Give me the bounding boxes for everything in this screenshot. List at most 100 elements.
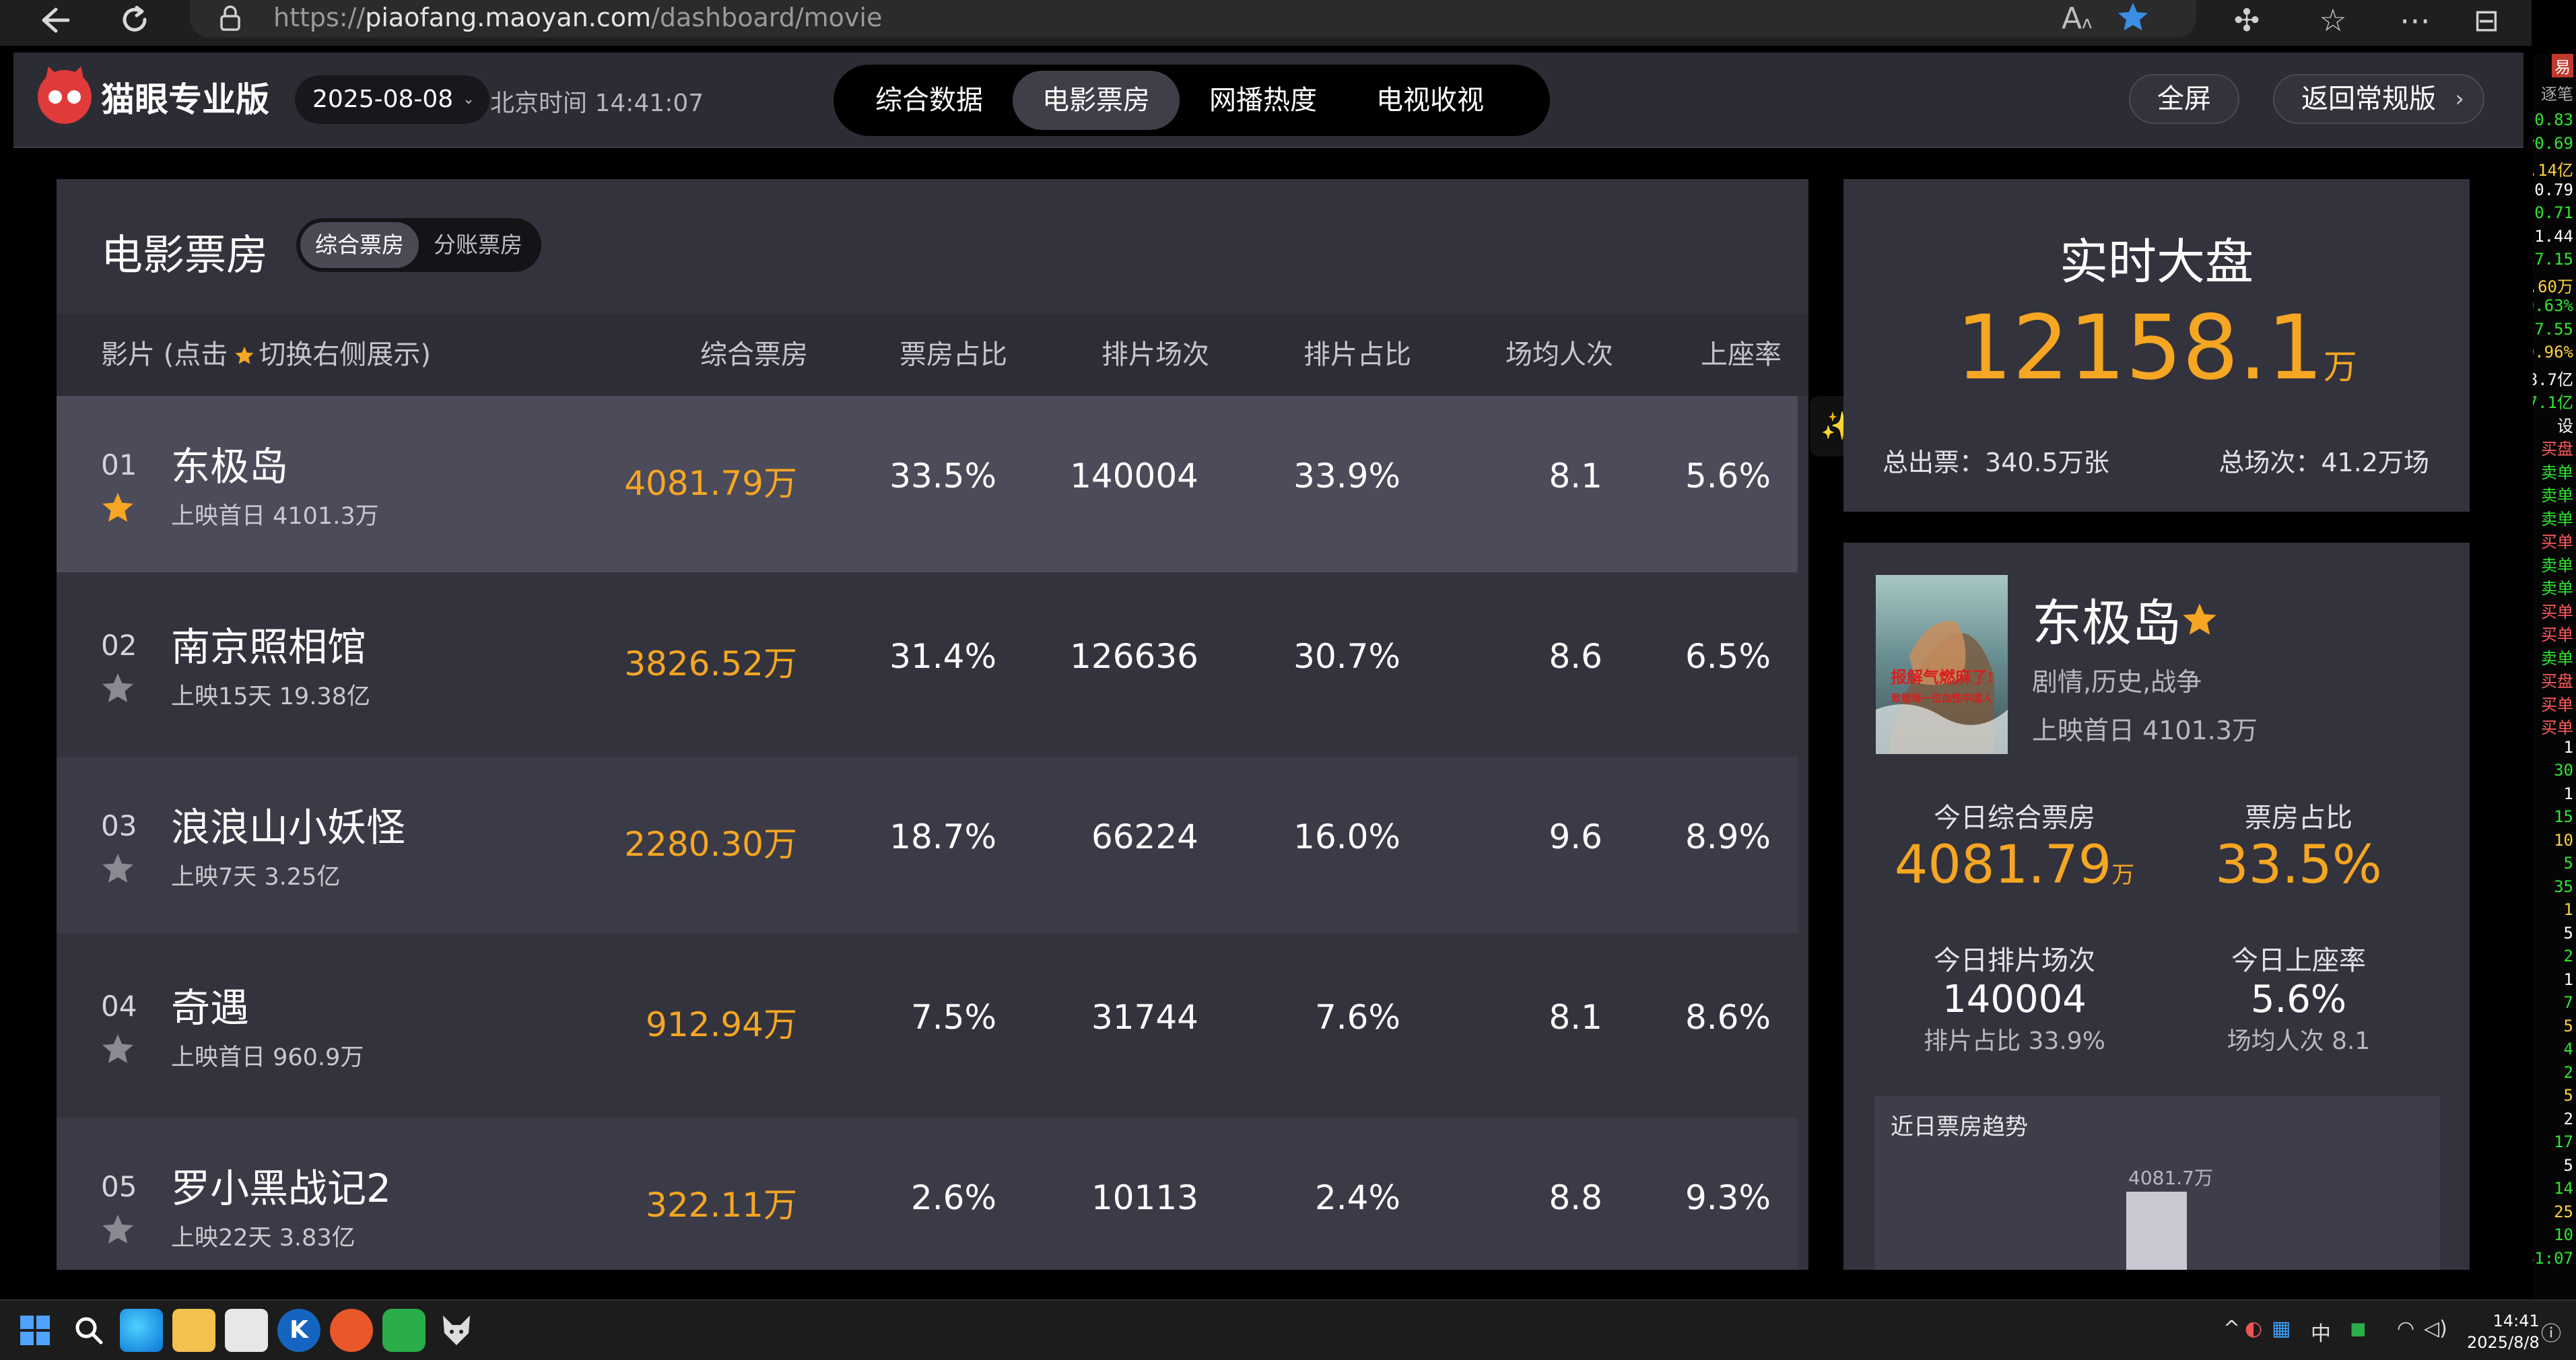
cell-share: 18.7%: [889, 817, 996, 856]
row-rank: 01: [101, 448, 137, 481]
col-occupancy[interactable]: 上座率: [1701, 314, 1782, 396]
ticker-item: 5: [2563, 854, 2573, 873]
star-icon[interactable]: [101, 491, 135, 524]
col-show-share[interactable]: 排片占比: [1303, 314, 1411, 396]
input-method-indicator[interactable]: 中: [2311, 1317, 2331, 1347]
ticker-item: 卖单: [2541, 579, 2573, 598]
star-icon[interactable]: [101, 672, 135, 704]
sidebar-toggle-icon[interactable]: ⊟: [2463, 1, 2510, 39]
ticker-item: 买单: [2541, 533, 2573, 551]
back-to-normal-button[interactable]: 返回常规版 ›: [2273, 74, 2484, 124]
ticker-item: 10: [2554, 1225, 2573, 1244]
cell-occupancy: 9.3%: [1685, 1178, 1771, 1217]
table-row[interactable]: 03 浪浪山小妖怪 上映7天 3.25亿 2280.30万 18.7% 66224 16.0…: [57, 757, 1798, 933]
col-shows[interactable]: 排片场次: [1101, 314, 1209, 396]
tray-chevron-up-icon[interactable]: ^: [2223, 1317, 2240, 1340]
more-menu-icon[interactable]: ⋯: [2392, 1, 2439, 39]
film-release-info: 上映15天 19.38亿: [171, 683, 370, 710]
row-rank: 03: [101, 809, 137, 842]
ticker-item: 0.63%: [2533, 296, 2573, 315]
notepad-icon[interactable]: [225, 1309, 268, 1352]
orange-app-icon[interactable]: [330, 1309, 373, 1352]
film-name: 奇遇: [171, 985, 250, 1031]
star-icon[interactable]: [2181, 602, 2218, 637]
cell-gross: 912.94万: [646, 1005, 797, 1044]
date-selector[interactable]: 2025-08-08 ⌄: [295, 75, 490, 124]
film-name: 罗小黑战记2: [171, 1165, 391, 1211]
main-tabs: 综合数据 电影票房 网播热度 电视收视: [834, 65, 1550, 136]
cell-gross: 322.11万: [646, 1186, 797, 1225]
fox-app-icon[interactable]: [435, 1309, 478, 1352]
fullscreen-button[interactable]: 全屏: [2129, 74, 2239, 124]
chevron-right-icon: ›: [2455, 86, 2464, 112]
film-name: 东极岛: [171, 444, 289, 489]
extensions-puzzle-icon[interactable]: ✣: [2223, 1, 2270, 39]
cell-show-share: 30.7%: [1293, 637, 1400, 676]
table-row[interactable]: 05 罗小黑战记2 上映22天 3.83亿 322.11万 2.6% 10113 2.4% 8…: [57, 1118, 1798, 1270]
wechat-icon[interactable]: [382, 1309, 426, 1352]
url-text[interactable]: https://piaofang.maoyan.com/dashboard/mo…: [273, 3, 882, 32]
ticker-item: 3.14亿: [2533, 161, 2573, 180]
star-icon[interactable]: [101, 1033, 135, 1065]
total-shows: 总场次：41.2万场: [2218, 448, 2429, 477]
ticker-item: 买单: [2541, 695, 2573, 714]
tray-network-app-icon[interactable]: ◐: [2245, 1317, 2262, 1340]
address-bar[interactable]: https://piaofang.maoyan.com/dashboard/mo…: [190, 0, 2196, 38]
search-icon[interactable]: [67, 1309, 110, 1352]
movie-poster[interactable]: 报解气燃麻了! 致敬每一位血性中国人: [1876, 575, 2008, 754]
back-arrow-icon[interactable]: [28, 0, 82, 40]
segment-split-box-office[interactable]: 分账票房: [419, 222, 537, 268]
ticker-item: 1: [2563, 784, 2573, 803]
tab-tv-ratings[interactable]: 电视收视: [1347, 71, 1514, 130]
edge-browser-icon[interactable]: [120, 1309, 163, 1352]
table-row[interactable]: 01 东极岛 上映首日 4101.3万 4081.79万 33.5% 140004 33.9…: [57, 396, 1798, 572]
cell-occupancy: 8.6%: [1685, 998, 1771, 1037]
ticker-item: 4: [2563, 1040, 2573, 1058]
cell-share: 2.6%: [910, 1178, 996, 1217]
cat-logo-icon: [38, 63, 92, 124]
tab-overview[interactable]: 综合数据: [846, 71, 1013, 130]
ticker-item: 买单: [2541, 625, 2573, 644]
col-share[interactable]: 票房占比: [900, 314, 1007, 396]
ticker-item: 买盘: [2541, 440, 2573, 458]
star-icon[interactable]: [101, 1213, 135, 1246]
cell-occupancy: 8.9%: [1685, 817, 1771, 856]
volume-icon[interactable]: ◁): [2424, 1317, 2447, 1340]
trend-title: 近日票房趋势: [1891, 1114, 2028, 1141]
file-explorer-icon[interactable]: [172, 1309, 215, 1352]
ticker-item: 17: [2554, 1132, 2573, 1151]
stat-today-shows: 今日排片场次 140004 排片占比 33.9%: [1924, 945, 2105, 1055]
ticker-item: 买单: [2541, 602, 2573, 621]
windows-start-icon[interactable]: [13, 1309, 57, 1352]
read-aloud-icon[interactable]: Aʌ: [2062, 1, 2093, 36]
table-row[interactable]: 04 奇遇 上映首日 960.9万 912.94万 7.5% 31744 7.6% 8.1 8.…: [57, 937, 1798, 1114]
row-rank: 02: [101, 629, 137, 662]
ticker-item: 1: [2563, 737, 2573, 757]
tray-green-app-icon[interactable]: ◼: [2350, 1317, 2367, 1340]
ticker-item: 25: [2554, 1202, 2573, 1221]
tab-web-streaming[interactable]: 网播热度: [1180, 71, 1347, 130]
browser-toolbar: https://piaofang.maoyan.com/dashboard/mo…: [0, 0, 2532, 46]
tab-movie-box-office[interactable]: 电影票房: [1013, 71, 1180, 130]
favorites-icon[interactable]: ☆: [2309, 1, 2357, 39]
ticker-item: ▼0.69: [2533, 133, 2573, 153]
wifi-icon[interactable]: ◠: [2397, 1317, 2414, 1340]
segment-combined-box-office[interactable]: 综合票房: [300, 222, 419, 268]
tray-grid-icon[interactable]: ▦: [2272, 1317, 2291, 1340]
maoyan-logo[interactable]: 猫眼专业版: [38, 63, 269, 124]
table-row[interactable]: 02 南京照相馆 上映15天 19.38亿 3826.52万 31.4% 126636 30…: [57, 576, 1798, 753]
star-icon[interactable]: [101, 852, 135, 885]
reload-icon[interactable]: [108, 0, 162, 40]
trend-bar[interactable]: [2126, 1192, 2187, 1270]
taskbar-clock[interactable]: 14:41 2025/8/8: [2467, 1310, 2540, 1353]
col-avg-attendance[interactable]: 场均人次: [1505, 314, 1613, 396]
app-header: 猫眼专业版 2025-08-08 ⌄ 北京时间 14:41:07 综合数据 电影…: [13, 53, 2523, 148]
notification-icon[interactable]: ⓘ: [2541, 1317, 2561, 1347]
col-gross[interactable]: 综合票房: [700, 314, 808, 396]
cell-shows: 31744: [1091, 998, 1198, 1037]
cell-share: 31.4%: [889, 637, 996, 676]
ticker-item: 97.1亿: [2533, 393, 2573, 412]
cell-shows: 126636: [1070, 637, 1198, 676]
favorite-star-icon[interactable]: [2117, 1, 2149, 40]
k-app-icon[interactable]: K: [277, 1309, 320, 1352]
